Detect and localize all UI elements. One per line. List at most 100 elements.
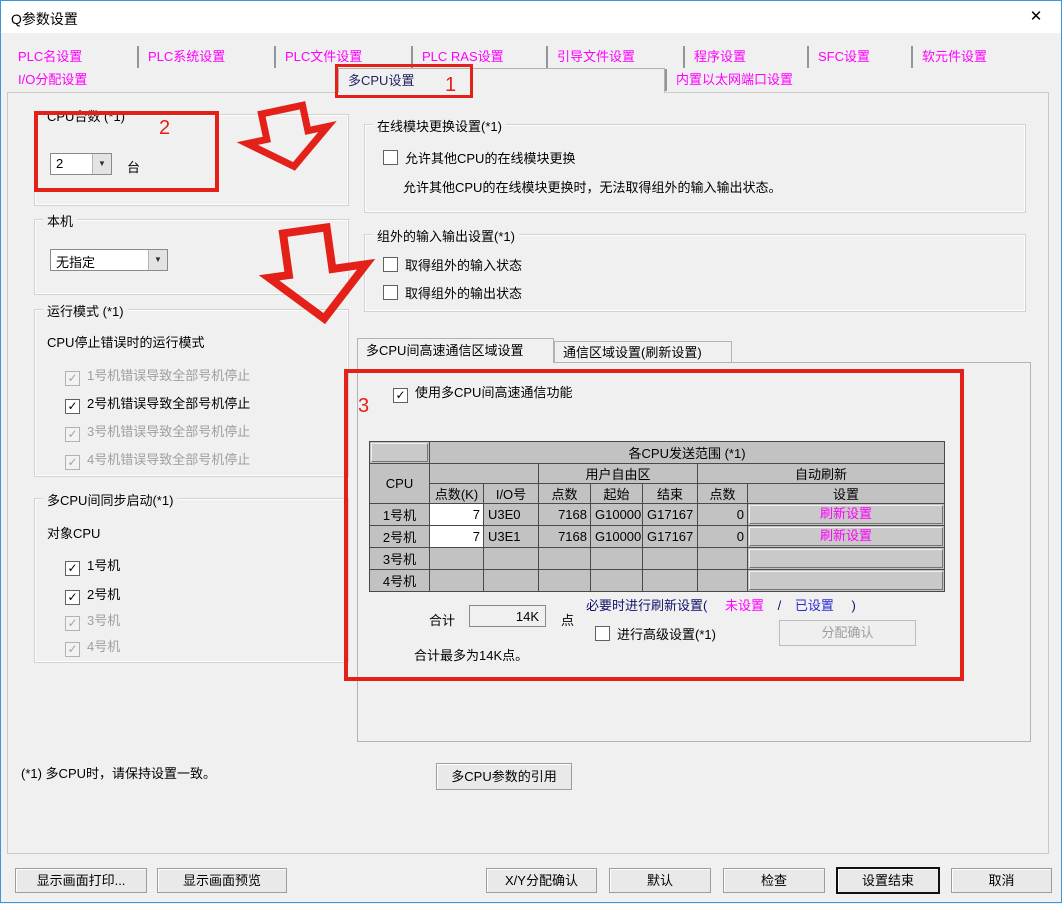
refresh-setting-cell[interactable]: 刷新设置 [748, 504, 945, 526]
tab-high-speed-comm-area[interactable]: 多CPU间高速通信区域设置 [357, 338, 554, 363]
tab-multi-cpu[interactable]: 多CPU设置 [338, 68, 665, 93]
row-cpu-label: 3号机 [370, 548, 430, 570]
refresh-setting-cell[interactable]: 刷新设置 [748, 526, 945, 548]
checkbox-stop-all-cpu2[interactable]: ✓2号机错误导致全部号机停止 [65, 393, 250, 414]
group-out-of-group-io: 组外的输入输出设置(*1) 取得组外的输入状态 取得组外的输出状态 [364, 234, 1026, 312]
close-icon[interactable]: ✕ [1025, 7, 1047, 27]
total-points-field[interactable]: 14K [469, 605, 546, 627]
footnote: (*1) 多CPU时，请保持设置一致。 [21, 763, 216, 782]
group-run-mode: 运行模式 (*1) CPU停止错误时的运行模式 ✓1号机错误导致全部号机停止 ✓… [34, 309, 349, 477]
checkbox-icon[interactable]: ✓ [65, 561, 80, 576]
points-cell [539, 548, 591, 570]
tab-ethernet-port[interactable]: 内置以太网端口设置 [665, 69, 941, 91]
refresh-note-slash: / [778, 598, 782, 613]
cpu-col-header: CPU [370, 464, 430, 504]
checkbox-allow-online-module-change[interactable]: 允许其他CPU的在线模块更换 [383, 148, 575, 167]
tab-plc-name[interactable]: PLC名设置 [9, 46, 137, 68]
table-row: 2号机 7 U3E1 7168 G10000 G17167 0 刷新设置 [370, 526, 945, 548]
default-button[interactable]: 默认 [609, 868, 711, 893]
xy-assignment-confirm-button[interactable]: X/Y分配确认 [486, 868, 597, 893]
checkbox-get-outside-output[interactable]: 取得组外的输出状态 [383, 283, 522, 302]
start-cell: G10000 [591, 526, 643, 548]
refresh-setting-button[interactable]: 刷新设置 [749, 505, 943, 524]
start-cell [591, 570, 643, 592]
checkbox-icon[interactable] [595, 626, 610, 641]
start-cell [591, 548, 643, 570]
start-header: 起始 [591, 484, 643, 504]
checkbox-icon[interactable]: ✓ [65, 590, 80, 605]
io-no-cell: U3E1 [484, 526, 539, 548]
tab-io-assignment[interactable]: I/O分配设置 [9, 69, 338, 91]
end-cell [643, 548, 698, 570]
multi-cpu-param-reference-button[interactable]: 多CPU参数的引用 [436, 763, 572, 790]
tab-plc-system[interactable]: PLC系统设置 [137, 46, 274, 68]
cancel-button[interactable]: 取消 [951, 868, 1052, 893]
group-sync-start: 多CPU间同步启动(*1) 对象CPU ✓1号机 ✓2号机 ✓3号机 ✓4号机 [34, 498, 349, 663]
display-print-button[interactable]: 显示画面打印... [15, 868, 147, 893]
group-out-of-group-io-title: 组外的输入输出设置(*1) [373, 226, 519, 245]
refresh-setting-button[interactable]: 刷新设置 [749, 527, 943, 546]
assignment-confirm-button: 分配确认 [779, 620, 916, 646]
checkbox-sync-cpu3: ✓3号机 [65, 610, 120, 631]
setting-header: 设置 [748, 484, 945, 504]
user-area-header: 用户自由区 [539, 464, 698, 484]
display-preview-button[interactable]: 显示画面预览 [157, 868, 287, 893]
tab-device[interactable]: 软元件设置 [911, 46, 1039, 68]
checkbox-advanced-settings[interactable]: 进行高级设置(*1) [595, 624, 716, 643]
auto-refresh-header: 自动刷新 [698, 464, 945, 484]
table-corner-cell [370, 442, 430, 464]
io-no-header: I/O号 [484, 484, 539, 504]
refresh-points-cell [698, 548, 748, 570]
io-no-cell: U3E0 [484, 504, 539, 526]
tab-plc-ras[interactable]: PLC RAS设置 [411, 46, 546, 68]
tab-sfc[interactable]: SFC设置 [807, 46, 911, 68]
checkbox-stop-all-cpu1: ✓1号机错误导致全部号机停止 [65, 365, 250, 386]
checkbox-sync-cpu4: ✓4号机 [65, 636, 120, 657]
checkbox-icon[interactable] [383, 257, 398, 272]
checkbox-stop-all-cpu4: ✓4号机错误导致全部号机停止 [65, 449, 250, 470]
checkbox-icon[interactable]: ✓ [393, 388, 408, 403]
checkbox-icon: ✓ [65, 371, 80, 386]
checkbox-use-high-speed-comm[interactable]: ✓使用多CPU间高速通信功能 [393, 382, 572, 403]
checkbox-icon[interactable] [383, 150, 398, 165]
total-label: 合计 [429, 610, 455, 629]
chevron-down-icon[interactable]: ▼ [92, 154, 111, 174]
checkbox-sync-cpu2[interactable]: ✓2号机 [65, 584, 120, 605]
end-cell [643, 570, 698, 592]
host-dropdown[interactable]: 无指定 ▼ [50, 249, 168, 271]
tab-plc-file[interactable]: PLC文件设置 [274, 46, 411, 68]
refresh-note-prefix: 必要时进行刷新设置( [586, 598, 707, 613]
host-value: 无指定 [56, 252, 95, 271]
points-k-cell[interactable]: 7 [430, 504, 484, 526]
tab-boot-file[interactable]: 引导文件设置 [546, 46, 683, 68]
tab-comm-area-refresh[interactable]: 通信区域设置(刷新设置) [554, 341, 732, 363]
table-row: 1号机 7 U3E0 7168 G10000 G17167 0 刷新设置 [370, 504, 945, 526]
setting-end-button[interactable]: 设置结束 [837, 868, 939, 893]
table-row: 3号机 [370, 548, 945, 570]
points-header: 点数 [539, 484, 591, 504]
checkbox-icon[interactable]: ✓ [65, 399, 80, 414]
checkbox-icon[interactable] [383, 285, 398, 300]
refresh-points-cell [698, 570, 748, 592]
check-button[interactable]: 检查 [723, 868, 825, 893]
cpu-count-dropdown[interactable]: 2 ▼ [50, 153, 112, 175]
checkbox-sync-cpu1[interactable]: ✓1号机 [65, 555, 120, 576]
tab-program[interactable]: 程序设置 [683, 46, 807, 68]
run-mode-subtitle: CPU停止错误时的运行模式 [47, 332, 204, 351]
group-sync-start-title: 多CPU间同步启动(*1) [43, 490, 177, 509]
checkbox-stop-all-cpu3: ✓3号机错误导致全部号机停止 [65, 421, 250, 442]
group-run-mode-title: 运行模式 (*1) [43, 301, 128, 320]
points-k-cell[interactable]: 7 [430, 526, 484, 548]
row-cpu-label: 4号机 [370, 570, 430, 592]
table-row: 4号机 [370, 570, 945, 592]
q-parameter-dialog: Q参数设置 ✕ PLC名设置 PLC系统设置 PLC文件设置 PLC RAS设置… [0, 0, 1062, 903]
title-bar: Q参数设置 ✕ [1, 1, 1061, 33]
chevron-down-icon[interactable]: ▼ [148, 250, 167, 270]
checkbox-icon: ✓ [65, 427, 80, 442]
send-range-header: 各CPU发送范围 (*1) [430, 442, 945, 464]
total-unit: 点 [561, 610, 574, 629]
group-cpu-count-title: CPU台数 (*1) [43, 106, 129, 125]
checkbox-get-outside-input[interactable]: 取得组外的输入状态 [383, 255, 522, 274]
blank-header-cell [430, 464, 539, 484]
group-host-title: 本机 [43, 211, 77, 230]
